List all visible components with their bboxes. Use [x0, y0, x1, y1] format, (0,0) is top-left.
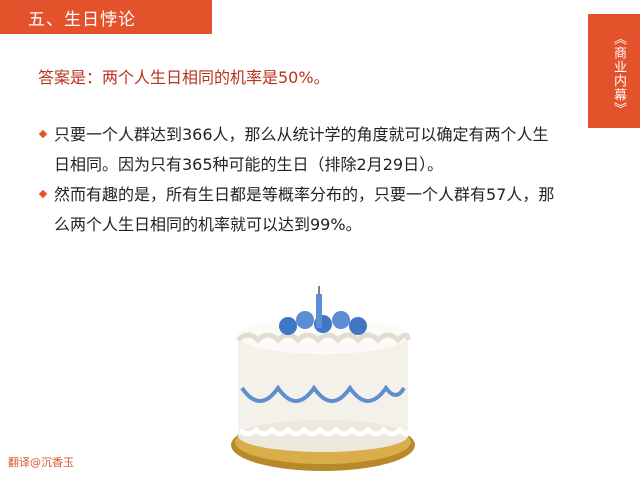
title-bar: 五、生日悖论 [0, 0, 212, 34]
diamond-bullet-icon [38, 189, 48, 199]
slide-title: 五、生日悖论 [28, 10, 136, 30]
bullet-item: 只要一个人群达到366人，那么从统计学的角度就可以确定有两个人生日相同。因为只有… [38, 120, 558, 180]
bullet-text: 只要一个人群达到366人，那么从统计学的角度就可以确定有两个人生日相同。因为只有… [54, 125, 549, 174]
birthday-cake-illustration [231, 286, 415, 471]
diamond-bullet-icon [38, 129, 48, 139]
bullet-text: 然而有趣的是，所有生日都是等概率分布的，只要一个人群有57人，那么两个人生日相同… [54, 185, 555, 234]
bullet-item: 然而有趣的是，所有生日都是等概率分布的，只要一个人群有57人，那么两个人生日相同… [38, 180, 558, 240]
side-tab: 《商业内幕》 [588, 14, 640, 128]
side-label: 《商业内幕》 [611, 32, 626, 116]
bullet-list: 只要一个人群达到366人，那么从统计学的角度就可以确定有两个人生日相同。因为只有… [38, 120, 558, 240]
answer-text: 答案是：两个人生日相同的机率是50%。 [38, 68, 330, 87]
credit-text: 翻译@沉香玉 [8, 456, 74, 469]
